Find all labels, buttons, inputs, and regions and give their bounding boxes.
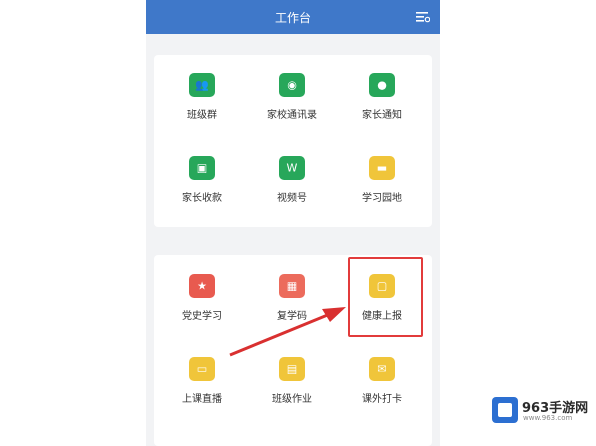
watermark-logo: 963手游网 www.963.com bbox=[490, 395, 594, 429]
watermark-url: www.963.com bbox=[523, 414, 573, 422]
cube-logo-icon bbox=[492, 397, 518, 423]
annotation-arrow bbox=[229, 307, 346, 357]
